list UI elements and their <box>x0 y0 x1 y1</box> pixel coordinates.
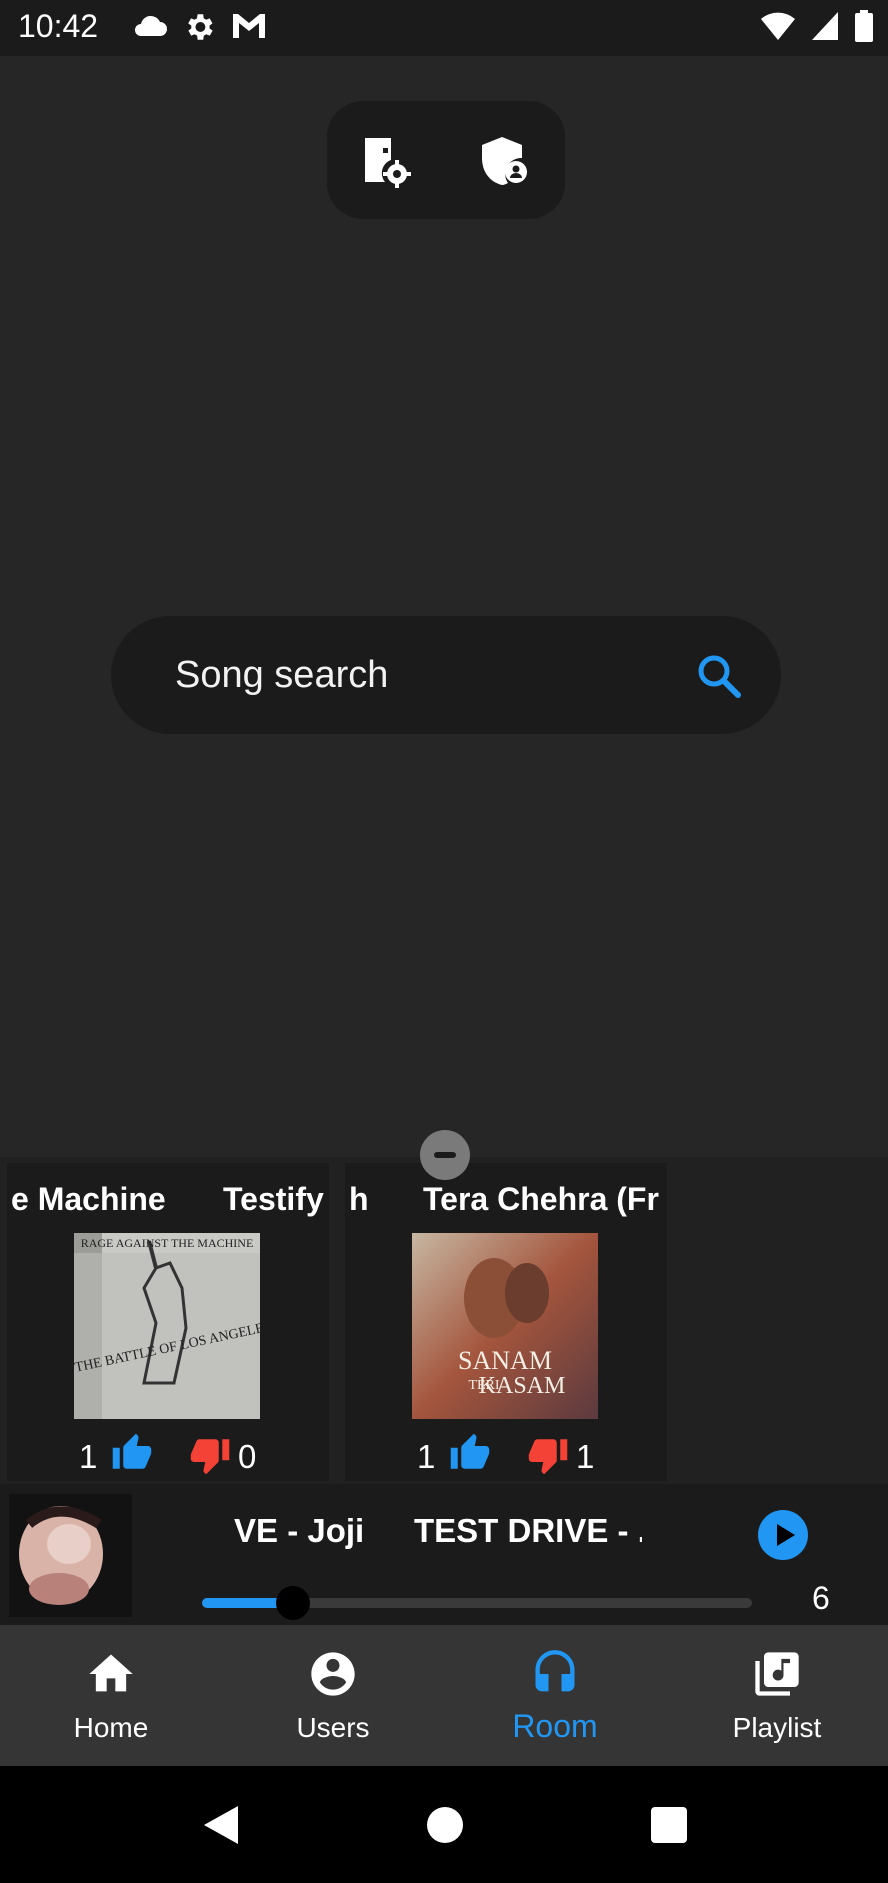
battery-icon <box>854 10 874 47</box>
cover-title-3: KASAM <box>479 1373 566 1399</box>
search-icon[interactable] <box>696 653 742 699</box>
system-nav-bar <box>0 1766 888 1883</box>
progress-thumb[interactable] <box>275 1586 310 1620</box>
remove-minus-icon[interactable] <box>420 1130 470 1180</box>
home-icon <box>85 1648 137 1700</box>
now-playing-title-left: VE - Joji <box>234 1512 365 1549</box>
now-playing-bar: VE - Joji TEST DRIVE - . 6 <box>0 1484 888 1625</box>
nav-label-playlist: Playlist <box>732 1712 822 1743</box>
dislike-count: 0 <box>238 1438 257 1475</box>
progress-slider[interactable] <box>202 1586 752 1620</box>
status-time: 10:42 <box>18 8 99 44</box>
nav-label-home: Home <box>73 1712 149 1743</box>
thumbs-up-icon[interactable] <box>111 1432 153 1479</box>
queue-card[interactable]: e Machine Testify RAGE AGAINST THE MACHI… <box>7 1163 329 1481</box>
queue-card[interactable]: h Tera Chehra (Fr SANAM TERI KASAM 1 1 <box>345 1163 667 1481</box>
recents-square-icon[interactable] <box>646 1802 692 1848</box>
thumbs-up-icon[interactable] <box>449 1432 491 1479</box>
cover-title-1: SANAM <box>458 1346 552 1375</box>
thumbs-down-icon[interactable] <box>189 1434 231 1481</box>
nav-item-home[interactable]: Home <box>0 1625 222 1766</box>
nav-item-room[interactable]: Room <box>444 1625 666 1766</box>
like-count: 1 <box>79 1438 98 1475</box>
queue-card-title: e Machine Testify <box>7 1181 329 1223</box>
queue-card-title-right: Testify <box>223 1181 324 1217</box>
nav-label-room: Room <box>512 1708 598 1744</box>
settings-icon <box>182 10 216 49</box>
like-count: 1 <box>417 1438 436 1475</box>
votes: 1 0 <box>77 1428 277 1478</box>
now-playing-cover <box>9 1494 132 1617</box>
album-cover-sanam-teri-kasam: SANAM TERI KASAM <box>412 1233 598 1419</box>
queue-card-title-right: Tera Chehra (Fr <box>423 1181 659 1217</box>
headphones-icon <box>529 1648 581 1700</box>
time-remaining: 6 <box>812 1580 830 1616</box>
status-bar: 10:42 <box>0 0 888 56</box>
queue-card-title: h Tera Chehra (Fr <box>345 1181 667 1223</box>
nav-item-users[interactable]: Users <box>222 1625 444 1766</box>
votes: 1 1 <box>415 1428 615 1478</box>
play-icon[interactable] <box>758 1510 808 1560</box>
wifi-icon <box>760 10 796 47</box>
song-search-bar <box>111 616 781 734</box>
room-controls <box>327 101 565 219</box>
nav-label-users: Users <box>296 1712 370 1743</box>
dislike-count: 1 <box>576 1438 595 1475</box>
now-playing-title: VE - Joji TEST DRIVE - . <box>232 1512 642 1556</box>
queue-card-title-left: h <box>349 1181 369 1217</box>
home-circle-icon[interactable] <box>422 1802 468 1848</box>
room-settings-icon[interactable] <box>359 134 413 188</box>
song-queue: e Machine Testify RAGE AGAINST THE MACHI… <box>0 1157 888 1484</box>
now-playing-title-right: TEST DRIVE - . <box>414 1512 642 1549</box>
bottom-nav: Home Users Room Playlist <box>0 1625 888 1766</box>
cloud-icon <box>132 10 168 49</box>
admin-shield-icon[interactable] <box>477 134 531 188</box>
back-icon[interactable] <box>198 1802 244 1848</box>
playlist-icon <box>751 1648 803 1700</box>
queue-card-title-left: e Machine <box>11 1181 166 1217</box>
user-icon <box>307 1648 359 1700</box>
cover-band-text: RAGE AGAINST THE MACHINE <box>81 1236 254 1250</box>
signal-icon <box>810 10 840 47</box>
gmail-icon <box>230 10 268 49</box>
album-cover-rage-against-the-machine: RAGE AGAINST THE MACHINE THE BATTLE OF L… <box>74 1233 260 1419</box>
thumbs-down-icon[interactable] <box>527 1434 569 1481</box>
nav-item-playlist[interactable]: Playlist <box>666 1625 888 1766</box>
song-search-input[interactable] <box>173 646 657 704</box>
